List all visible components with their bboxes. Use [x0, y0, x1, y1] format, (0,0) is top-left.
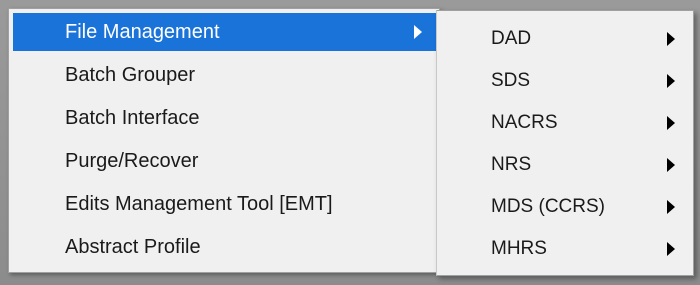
submenu-item-label: NRS — [491, 154, 532, 175]
menu-item-label: Edits Management Tool [EMT] — [65, 192, 333, 215]
menu-item-batch-interface[interactable]: Batch Interface — [13, 99, 438, 137]
submenu-arrow-icon — [667, 242, 675, 256]
submenu-item-label: MHRS — [491, 238, 547, 259]
submenu-arrow-icon — [667, 116, 675, 130]
menu-item-label: File Management — [65, 20, 220, 43]
submenu-arrow-icon — [667, 158, 675, 172]
submenu-item-dad[interactable]: DAD — [441, 19, 689, 59]
menu-item-label: Purge/Recover — [65, 149, 199, 172]
file-management-submenu: DAD SDS NACRS NRS MDS (CCRS) MHRS — [436, 10, 694, 276]
submenu-item-mds-ccrs[interactable]: MDS (CCRS) — [441, 187, 689, 227]
menu-item-abstract-profile[interactable]: Abstract Profile — [13, 228, 438, 266]
context-menu: File Management Batch Grouper Batch Inte… — [8, 8, 440, 273]
submenu-item-sds[interactable]: SDS — [441, 61, 689, 101]
submenu-arrow-icon — [667, 32, 675, 46]
submenu-item-label: NACRS — [491, 112, 558, 133]
menu-item-label: Abstract Profile — [65, 235, 201, 258]
menu-item-label: Batch Interface — [65, 106, 200, 129]
submenu-arrow-icon — [667, 74, 675, 88]
menu-item-purge-recover[interactable]: Purge/Recover — [13, 142, 438, 180]
menu-item-file-management[interactable]: File Management — [13, 13, 438, 51]
menu-item-batch-grouper[interactable]: Batch Grouper — [13, 56, 438, 94]
menu-item-label: Batch Grouper — [65, 63, 196, 86]
submenu-item-label: SDS — [491, 70, 531, 91]
submenu-item-mhrs[interactable]: MHRS — [441, 229, 689, 269]
submenu-item-label: MDS (CCRS) — [491, 196, 605, 217]
submenu-arrow-icon — [414, 25, 422, 39]
menu-item-edits-management-tool[interactable]: Edits Management Tool [EMT] — [13, 185, 438, 223]
submenu-item-nacrs[interactable]: NACRS — [441, 103, 689, 143]
submenu-item-label: DAD — [491, 28, 532, 49]
submenu-item-nrs[interactable]: NRS — [441, 145, 689, 185]
submenu-arrow-icon — [667, 200, 675, 214]
